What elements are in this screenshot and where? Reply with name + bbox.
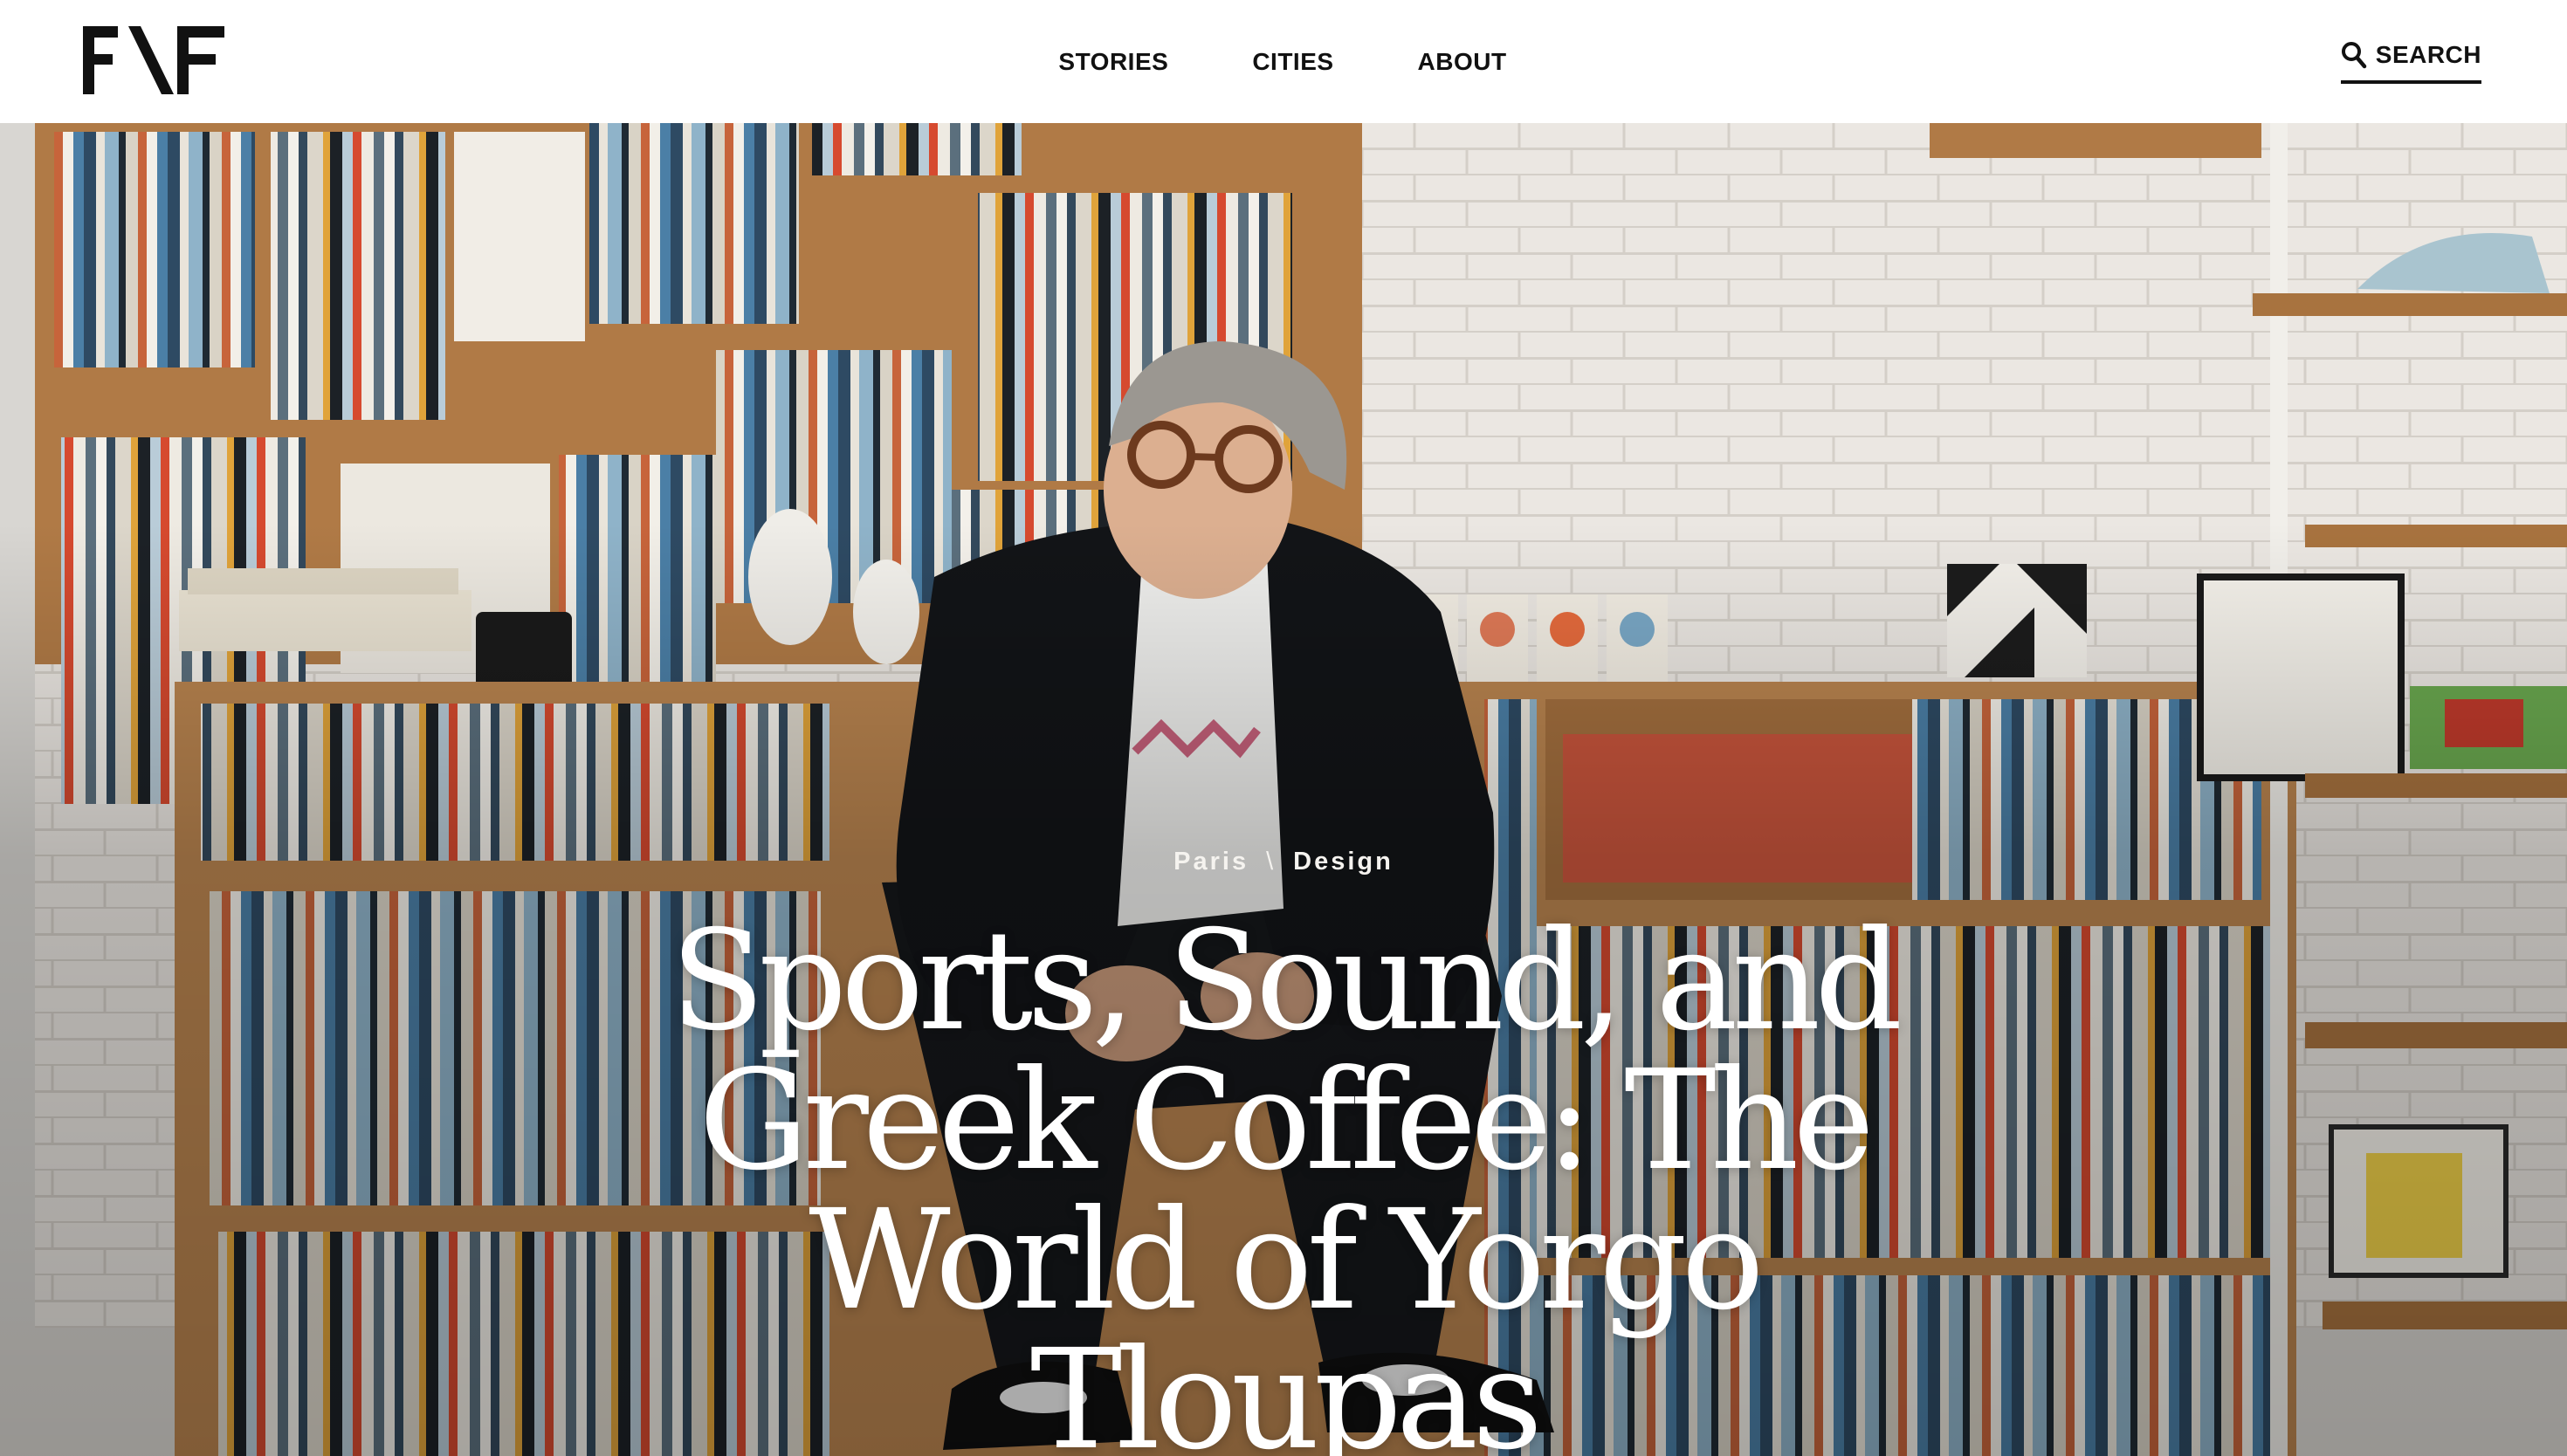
site-header: STORIES CITIES ABOUT SEARCH	[0, 0, 2567, 123]
nav-about[interactable]: ABOUT	[1418, 48, 1507, 76]
category-paris-link[interactable]: Paris	[1173, 848, 1249, 876]
nav-stories[interactable]: STORIES	[1058, 48, 1168, 76]
category-separator: \	[1266, 848, 1277, 876]
nav-cities[interactable]: CITIES	[1252, 48, 1333, 76]
ff-logo-icon	[83, 26, 224, 94]
site-logo[interactable]	[83, 24, 224, 96]
hero-section: Paris \ Design Sports, Sound, and Greek …	[0, 123, 2567, 1456]
search-icon	[2341, 40, 2367, 70]
main-nav: STORIES CITIES ABOUT	[0, 0, 2567, 123]
category-breadcrumb: Paris \ Design	[1173, 848, 1394, 876]
article-headline[interactable]: Sports, Sound, and Greek Coffee: The Wor…	[541, 911, 2026, 1456]
search-label: SEARCH	[2375, 41, 2481, 68]
category-design-link[interactable]: Design	[1293, 848, 1394, 876]
search-button[interactable]: SEARCH	[2340, 40, 2481, 84]
hero-text-block: Paris \ Design Sports, Sound, and Greek …	[0, 848, 2567, 1456]
